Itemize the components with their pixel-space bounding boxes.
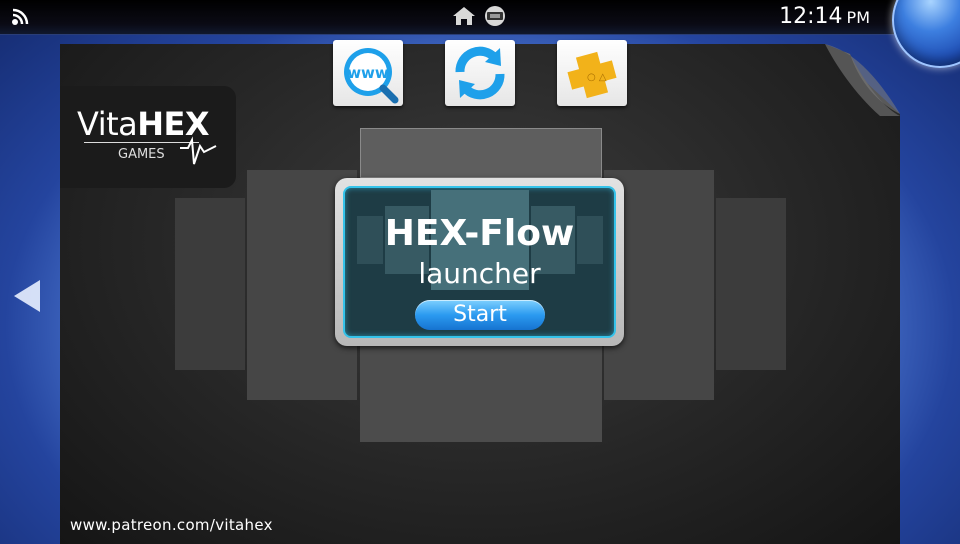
- launcher-panel: HEX-Flow launcher Start: [343, 186, 616, 338]
- launcher-title: HEX-Flow: [384, 213, 575, 254]
- vitahex-logo: VitaHEX GAMES: [60, 86, 236, 188]
- app-icon-browser[interactable]: www: [333, 40, 403, 106]
- launcher-card[interactable]: HEX-Flow launcher Start: [335, 178, 624, 346]
- clock-time: 12:14: [779, 4, 843, 29]
- cartridge-icon[interactable]: [482, 5, 508, 27]
- www-search-icon: www: [344, 48, 399, 104]
- refresh-arrows-icon: [455, 46, 505, 100]
- launcher-subtitle: launcher: [418, 257, 541, 290]
- svg-text:www: www: [347, 64, 389, 82]
- ghost-tile: [175, 198, 245, 370]
- app-icon-refresh[interactable]: [445, 40, 515, 106]
- svg-text:○ △: ○ △: [587, 72, 607, 83]
- logo-subtitle: GAMES: [118, 147, 165, 162]
- status-bar: 12:14 PM: [0, 0, 960, 35]
- heartbeat-icon: [180, 136, 217, 165]
- ps-plus-icon: ○ △: [567, 51, 617, 99]
- page-curl-icon[interactable]: [825, 44, 900, 116]
- wifi-icon: [12, 8, 29, 25]
- ghost-tile: [716, 198, 786, 370]
- home-icon[interactable]: [452, 6, 476, 26]
- back-arrow-icon[interactable]: [10, 276, 44, 316]
- patreon-url: www.patreon.com/vitahex: [70, 516, 273, 534]
- clock-ampm: PM: [846, 8, 870, 27]
- logo-text-regular: Vita: [77, 105, 138, 143]
- clock: 12:14 PM: [779, 4, 870, 31]
- app-icon-ps-plus[interactable]: ○ △: [557, 40, 627, 106]
- ghost-tile-highlight: [360, 128, 602, 178]
- start-button[interactable]: Start: [415, 300, 545, 330]
- options-orb[interactable]: [892, 0, 960, 68]
